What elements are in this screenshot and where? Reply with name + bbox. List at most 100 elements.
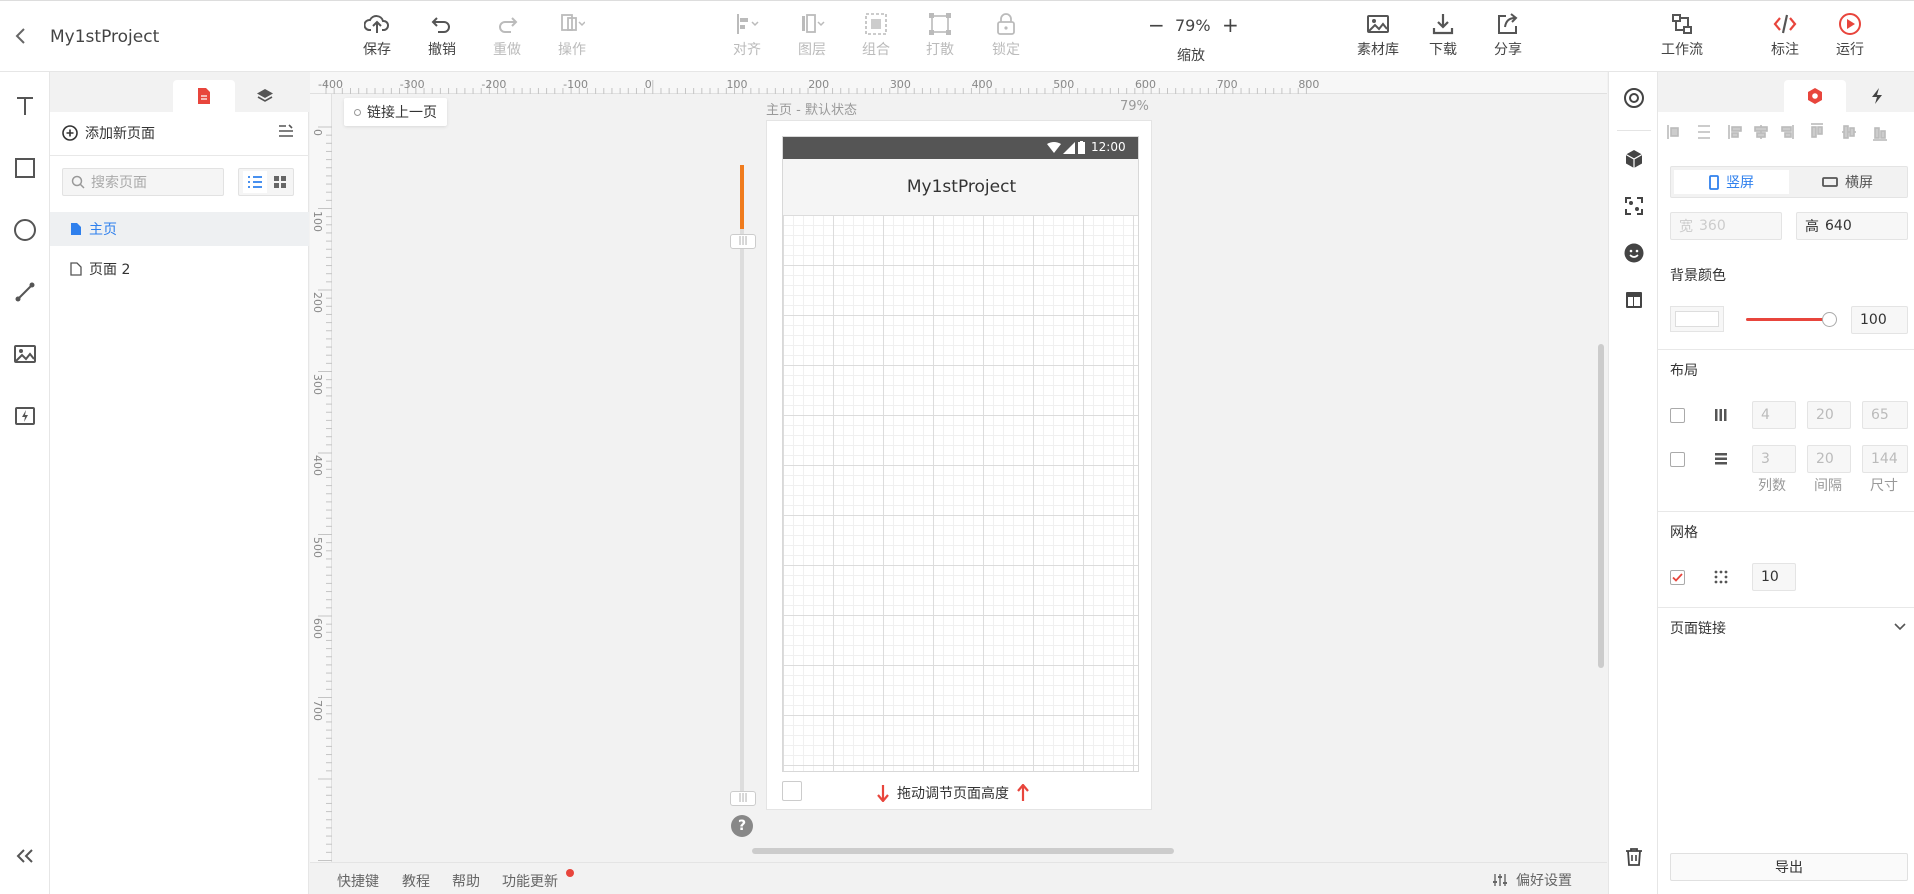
templates-button[interactable]	[1609, 280, 1659, 320]
workflow-button[interactable]: 工作流	[1652, 9, 1712, 65]
height-slider-track[interactable]	[740, 165, 744, 797]
download-button[interactable]: 下载	[1413, 9, 1473, 65]
save-button[interactable]: 保存	[347, 9, 407, 65]
page-item-label: 页面 2	[89, 262, 131, 278]
opacity-slider[interactable]	[1746, 318, 1828, 321]
wifi-icon	[1047, 142, 1061, 153]
trash-icon	[1626, 848, 1642, 866]
view-toggle	[238, 168, 294, 196]
export-label: 导出	[1775, 860, 1803, 876]
columns-count-input[interactable]: 4	[1752, 401, 1796, 429]
components-button[interactable]	[1609, 139, 1659, 179]
lock-button[interactable]: 锁定	[976, 9, 1036, 65]
ellipse-tool[interactable]	[0, 208, 50, 252]
operate-button[interactable]: 操作	[542, 9, 602, 65]
link-previous-page-button[interactable]: 链接上一页	[344, 98, 447, 126]
rectangle-tool[interactable]	[0, 146, 50, 190]
image-tool[interactable]	[0, 332, 50, 376]
updates-link[interactable]: 功能更新	[502, 871, 558, 891]
lightning-icon	[1872, 88, 1882, 104]
app-header-title: My1stProject	[906, 177, 1017, 197]
image-library-icon	[1367, 15, 1389, 33]
tab-style[interactable]	[1784, 80, 1846, 112]
grid-view-icon[interactable]	[269, 171, 291, 193]
drag-hint-checkbox[interactable]	[782, 781, 802, 801]
columns-size-input[interactable]: 65	[1862, 401, 1908, 429]
group-button[interactable]: 组合	[846, 9, 906, 65]
height-input[interactable]: 高 640	[1796, 212, 1908, 240]
grid-size-input[interactable]: 10	[1752, 563, 1796, 591]
line-tool[interactable]	[0, 270, 50, 314]
add-page-button[interactable]: 添加新页面	[62, 122, 155, 144]
columns-gap-input[interactable]: 20	[1807, 401, 1851, 429]
tutorial-link[interactable]: 教程	[402, 871, 430, 891]
preferences-button[interactable]: 偏好设置	[1492, 870, 1572, 890]
rows-checkbox[interactable]	[1670, 452, 1685, 467]
list-view-icon[interactable]	[243, 171, 267, 193]
bg-color-swatch[interactable]	[1670, 306, 1724, 332]
opacity-input[interactable]: 100	[1851, 306, 1908, 334]
landscape-option[interactable]: 横屏	[1790, 170, 1905, 194]
hexagon-settings-icon	[1808, 88, 1822, 104]
ruler-ticks	[318, 126, 332, 861]
interaction-button[interactable]	[1609, 186, 1659, 226]
target-button[interactable]	[1609, 78, 1659, 118]
collapse-panel-button[interactable]	[0, 834, 50, 878]
chevron-down-icon	[1894, 623, 1906, 631]
zoom-label: 缩放	[1177, 48, 1205, 64]
landscape-label: 横屏	[1845, 175, 1873, 191]
run-button[interactable]: 运行	[1820, 9, 1880, 65]
ruler-label: 100	[726, 78, 748, 91]
rows-gap-input[interactable]: 20	[1807, 445, 1851, 473]
horizontal-scrollbar[interactable]	[752, 848, 1174, 854]
drag-height-hint[interactable]: 拖动调节页面高度	[877, 783, 1029, 803]
page-list-item[interactable]: 页面 2	[50, 252, 309, 286]
rows-size-input[interactable]: 144	[1862, 445, 1908, 473]
portrait-option[interactable]: 竖屏	[1674, 170, 1789, 194]
zoom-in-button[interactable]: +	[1222, 13, 1239, 37]
share-button[interactable]: 分享	[1478, 9, 1538, 65]
ruler-label: 800	[1298, 78, 1320, 91]
export-button[interactable]: 导出	[1670, 853, 1908, 881]
icons-button[interactable]	[1609, 233, 1659, 273]
back-icon[interactable]	[14, 27, 28, 49]
grid-checkbox[interactable]	[1670, 570, 1685, 585]
width-input[interactable]: 宽 360	[1670, 212, 1782, 240]
assets-button[interactable]: 素材库	[1348, 9, 1408, 65]
ungroup-button[interactable]: 打散	[910, 9, 970, 65]
page-list-item[interactable]: 主页	[50, 212, 309, 246]
text-tool[interactable]	[0, 84, 50, 128]
zoom-out-button[interactable]: −	[1148, 13, 1165, 37]
rows-count-input[interactable]: 3	[1752, 445, 1796, 473]
design-canvas[interactable]: -400 -300 -200 -100 0 100 200 300 400 500 600 700 80…	[310, 72, 1607, 862]
annotate-button[interactable]: 标注	[1755, 9, 1815, 65]
page-doc-icon	[198, 88, 210, 104]
vertical-scrollbar[interactable]	[1598, 344, 1604, 668]
shortcuts-link[interactable]: 快捷键	[337, 871, 379, 891]
page-search-input[interactable]: 搜索页面	[62, 168, 224, 196]
help-button[interactable]: ?	[731, 815, 753, 837]
page-link-section[interactable]: 页面链接	[1658, 608, 1914, 648]
image-icon	[14, 345, 36, 363]
tab-pages[interactable]	[173, 80, 235, 112]
phone-screen[interactable]: 12:00 My1stProject	[782, 136, 1139, 772]
trash-button[interactable]	[1609, 837, 1659, 877]
layer-button[interactable]: 图层	[782, 9, 842, 65]
align-button[interactable]: 对齐	[717, 9, 777, 65]
sort-icon[interactable]	[278, 124, 294, 142]
app-window: My1stProject 保存 撤销 重做 操作 对齐 图层 组合 打散 锁定 …	[0, 0, 1914, 894]
height-slider-top-handle[interactable]: |||	[730, 234, 756, 249]
preferences-label: 偏好设置	[1516, 873, 1572, 889]
height-slider-bottom-handle[interactable]: |||	[730, 791, 756, 806]
tab-layers[interactable]	[234, 80, 296, 112]
ruler-label: 0	[311, 129, 324, 136]
tab-interactions[interactable]	[1846, 80, 1908, 112]
hotspot-tool[interactable]	[0, 394, 50, 438]
undo-button[interactable]: 撤销	[412, 9, 472, 65]
ruler-label: 700	[311, 699, 324, 721]
opacity-slider-handle[interactable]	[1822, 312, 1837, 327]
redo-button[interactable]: 重做	[477, 9, 537, 65]
page-link-title: 页面链接	[1670, 621, 1726, 637]
help-link[interactable]: 帮助	[452, 871, 480, 891]
columns-checkbox[interactable]	[1670, 408, 1685, 423]
